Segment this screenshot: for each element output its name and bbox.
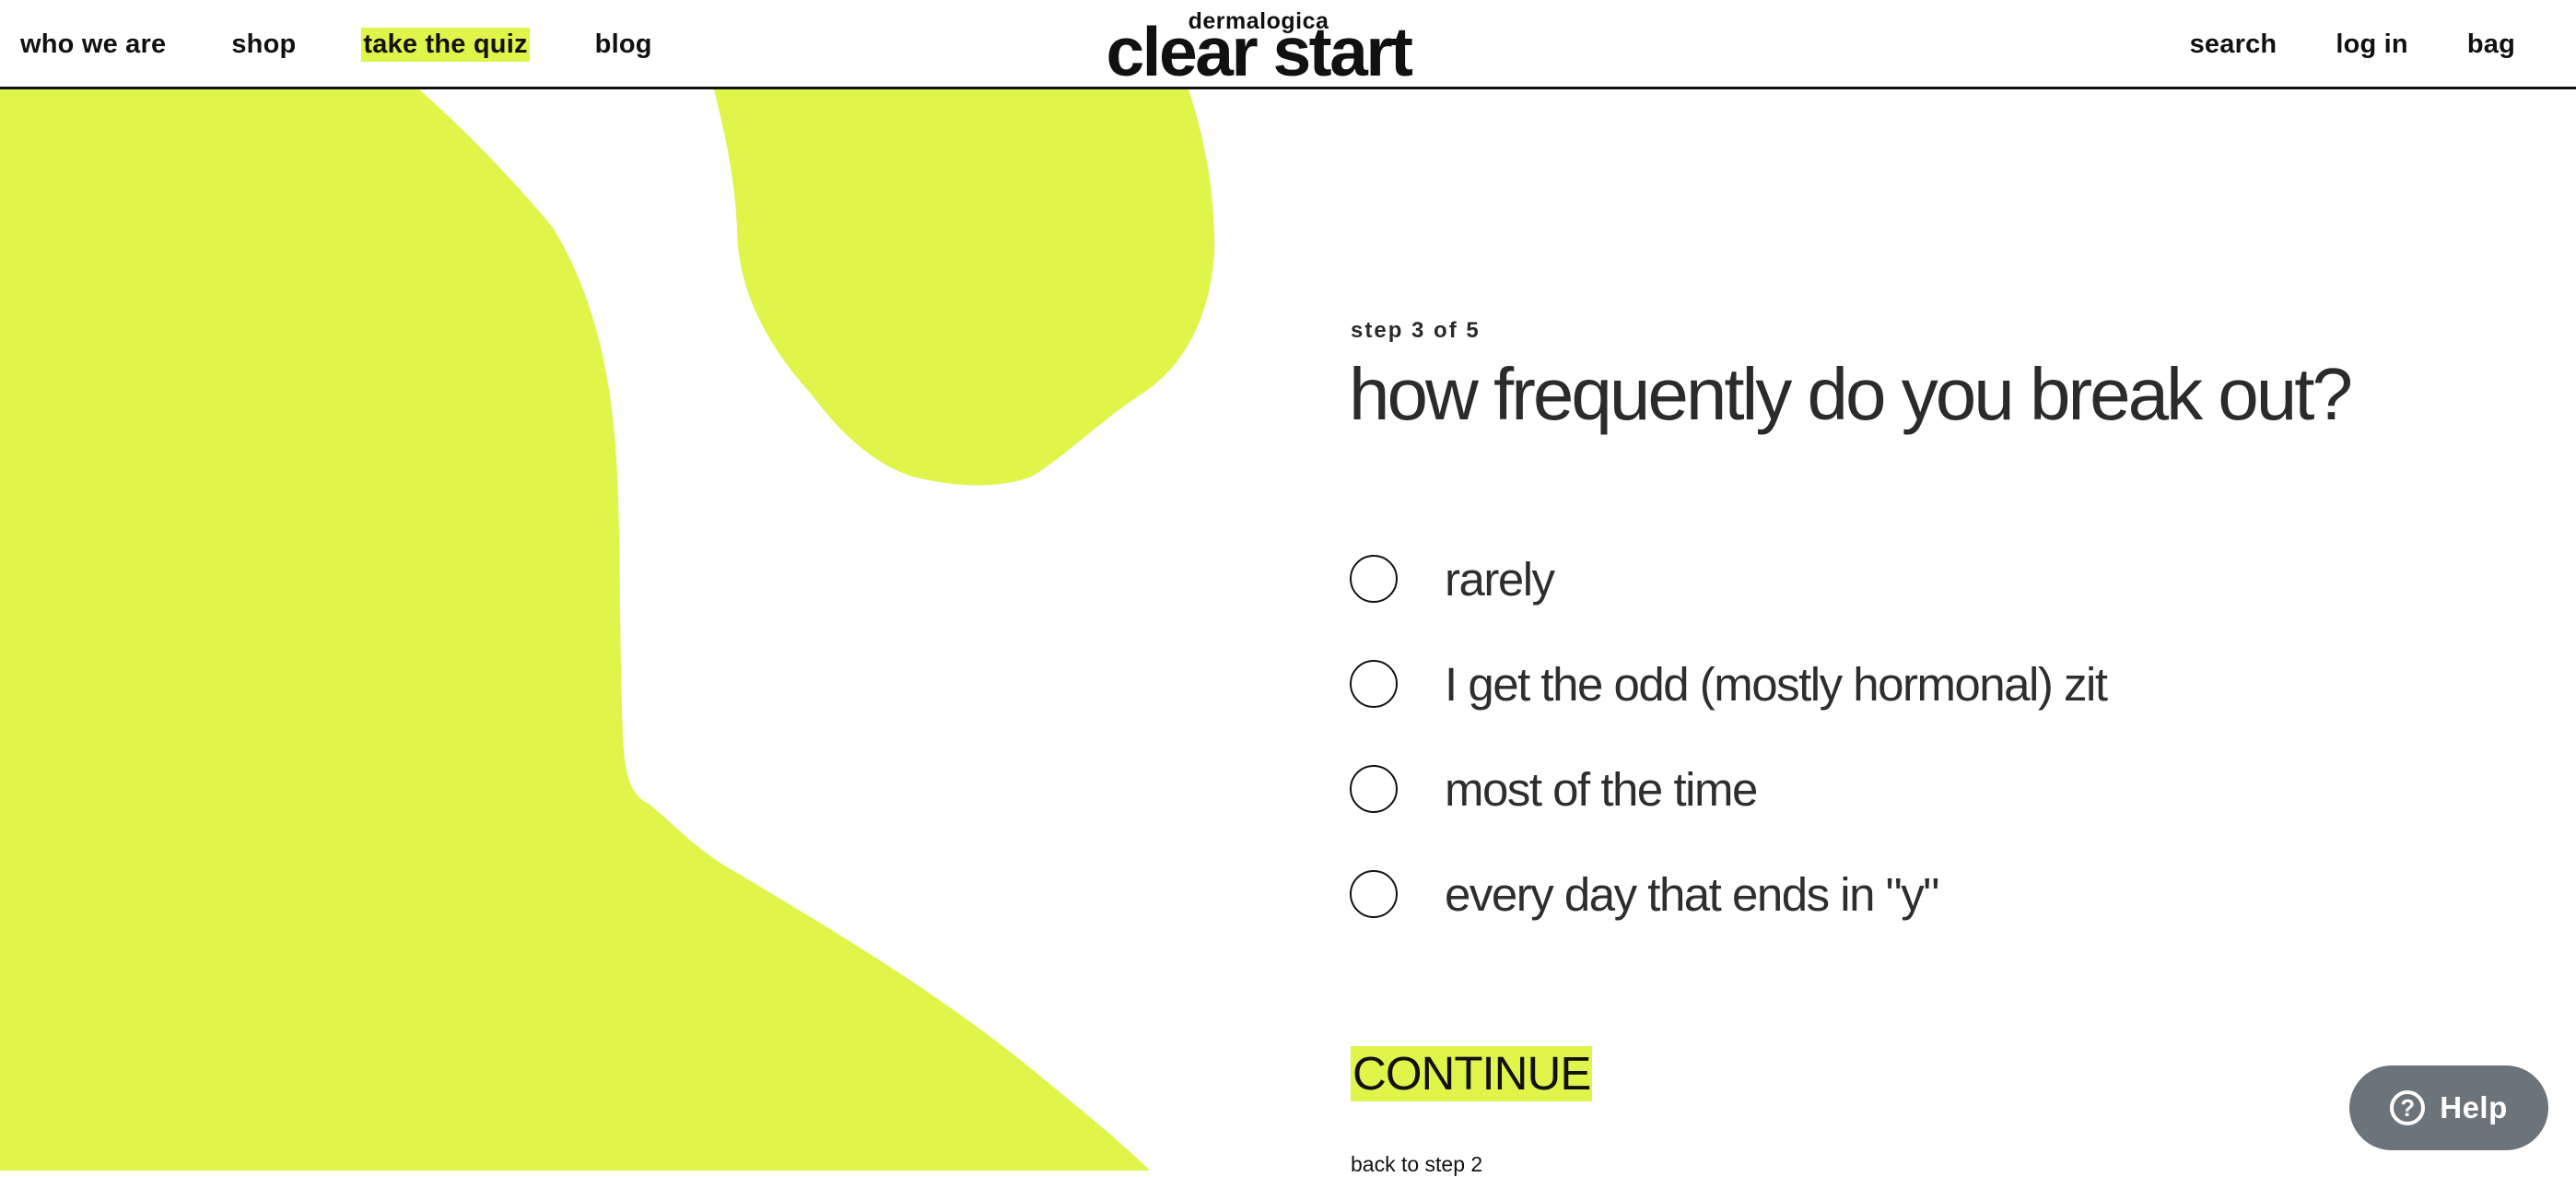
primary-nav: who we are shop take the quiz blog: [20, 0, 718, 89]
answer-label: I get the odd (mostly hormonal) zit: [1445, 657, 2108, 711]
nav-shop[interactable]: shop: [231, 29, 296, 60]
nav-blog[interactable]: blog: [595, 29, 652, 60]
nav-log-in[interactable]: log in: [2336, 29, 2408, 60]
radio-button[interactable]: [1350, 555, 1398, 603]
nav-take-the-quiz[interactable]: take the quiz: [361, 28, 530, 62]
help-label: Help: [2440, 1090, 2508, 1124]
logo-product-name: clear start: [1106, 13, 1413, 90]
continue-button[interactable]: CONTINUE: [1351, 1046, 1593, 1101]
nav-bag[interactable]: bag: [2467, 29, 2515, 60]
back-to-step-link[interactable]: back to step 2: [1351, 1152, 1482, 1177]
help-button[interactable]: ? Help: [2349, 1065, 2548, 1150]
answer-option-every-day[interactable]: every day that ends in "y": [1350, 866, 1939, 922]
answer-label: every day that ends in "y": [1445, 867, 1939, 921]
brand-logo[interactable]: dermalogica clear start: [1075, 9, 1442, 87]
radio-button[interactable]: [1350, 870, 1398, 918]
answer-option-rarely[interactable]: rarely: [1350, 551, 1555, 606]
top-navigation-bar: who we are shop take the quiz blog derma…: [0, 0, 2576, 89]
paint-blob-shape: [714, 89, 1215, 486]
answer-option-odd-zit[interactable]: I get the odd (mostly hormonal) zit: [1350, 656, 2108, 712]
radio-button[interactable]: [1350, 660, 1398, 708]
question-circle-icon: ?: [2390, 1090, 2426, 1125]
answer-label: most of the time: [1445, 762, 1758, 816]
quiz-question: how frequently do you break out?: [1349, 353, 2353, 435]
answer-label: rarely: [1445, 552, 1555, 606]
nav-search[interactable]: search: [2190, 29, 2277, 60]
radio-button[interactable]: [1350, 765, 1398, 813]
utility-nav: search log in bag: [2131, 0, 2515, 89]
nav-who-we-are[interactable]: who we are: [20, 29, 166, 60]
decorative-paint-shapes: [0, 89, 1215, 1171]
answer-option-most-of-the-time[interactable]: most of the time: [1350, 761, 1758, 817]
quiz-step-indicator: step 3 of 5: [1351, 318, 1481, 343]
